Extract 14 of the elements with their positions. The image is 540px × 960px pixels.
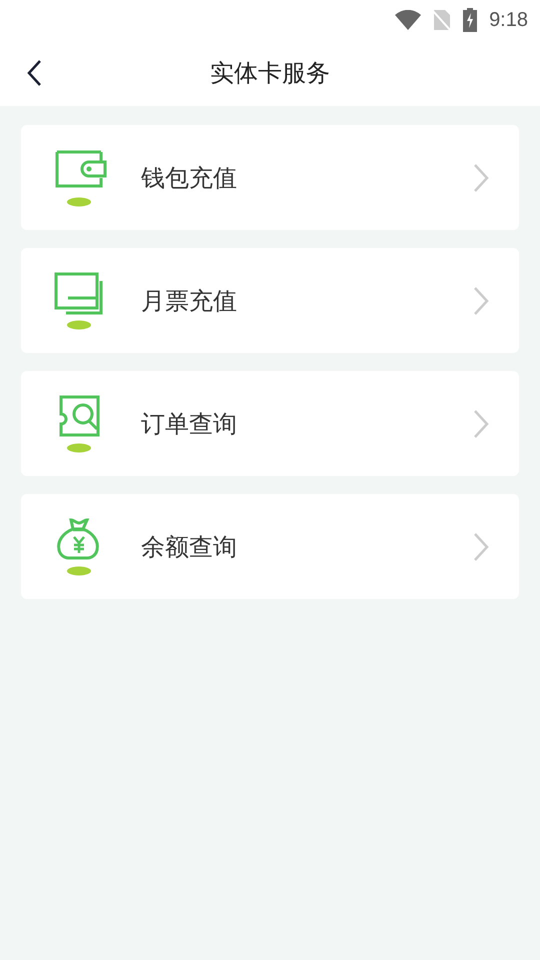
chevron-icon bbox=[473, 162, 489, 192]
menu-item[interactable]: 订单查询 bbox=[21, 371, 519, 476]
status-time: 9:18 bbox=[489, 8, 528, 32]
no-sim-icon bbox=[433, 9, 452, 31]
wallet-icon bbox=[53, 148, 107, 208]
battery-charging-icon bbox=[463, 8, 478, 32]
menu-item[interactable]: 余额查询 bbox=[21, 494, 519, 599]
wifi-icon bbox=[395, 10, 422, 30]
chevron-icon bbox=[473, 532, 489, 562]
chevron-icon bbox=[473, 408, 489, 438]
chevron-icon bbox=[473, 286, 489, 316]
page-title: 实体卡服务 bbox=[210, 58, 330, 89]
menu-item[interactable]: 月票充值 bbox=[21, 248, 519, 353]
menu-item[interactable]: 钱包充值 bbox=[21, 125, 519, 230]
